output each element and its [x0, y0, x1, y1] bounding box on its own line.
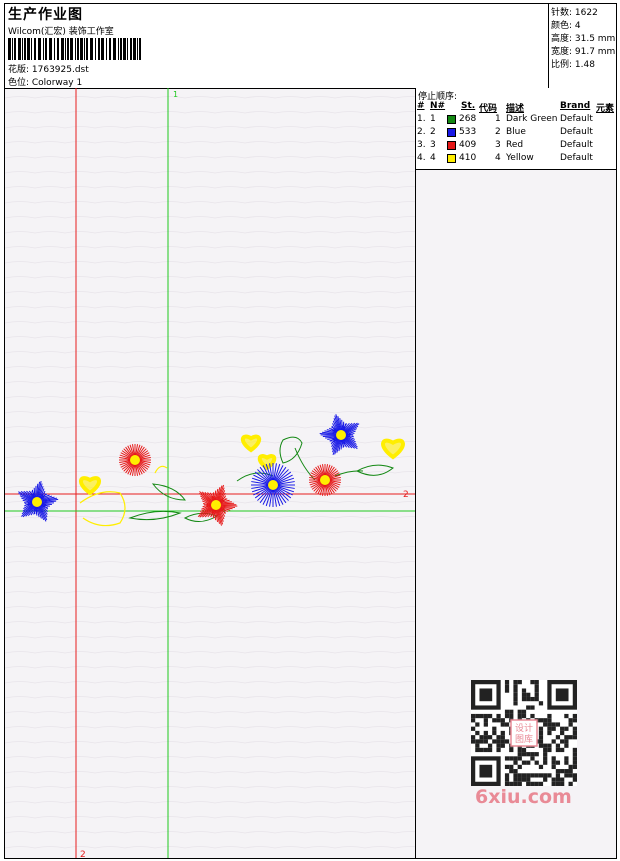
row-code: 1: [495, 114, 501, 124]
row-stitches: 410: [459, 153, 477, 163]
row-code: 2: [495, 127, 501, 137]
red-vertical-label: 2: [80, 850, 86, 858]
row-brand: Default: [560, 114, 593, 124]
watermark: 6xiu.com: [475, 786, 572, 808]
col-description: 描述: [506, 104, 525, 114]
row-needle: 3: [430, 140, 436, 150]
flower-motifs: [18, 414, 405, 526]
row-stitches: 409: [459, 140, 477, 150]
row-needle: 4: [430, 153, 436, 163]
row-description: Dark Green: [506, 114, 558, 124]
production-worksheet: 生产作业图 Wilcom(汇宏) 装饰工作室 花版: 1763925.dst 色…: [4, 3, 617, 859]
stat-colors: 颜色: 4: [551, 21, 581, 31]
row-stitches: 533: [459, 127, 477, 137]
page-title: 生产作业图: [8, 7, 83, 23]
stop-row: 1. 1 268 1 Dark Green Default: [416, 114, 616, 127]
col-brand: Brand: [560, 101, 591, 111]
yellow-outlines: [79, 465, 168, 527]
row-brand: Default: [560, 153, 593, 163]
color-swatch: [447, 128, 456, 137]
design-file: 花版: 1763925.dst: [8, 65, 89, 75]
embroidery-canvas: 1 2 2: [5, 88, 415, 858]
color-swatch: [447, 154, 456, 163]
qr-code-icon: 设计图库: [471, 680, 577, 786]
row-index: 1.: [417, 114, 426, 124]
color-swatch: [447, 115, 456, 124]
green-vertical-label: 1: [173, 90, 178, 99]
col-index: #: [417, 101, 425, 111]
stat-width: 宽度: 91.7 mm: [551, 47, 616, 57]
row-needle: 2: [430, 127, 436, 137]
svg-text:设计: 设计: [515, 722, 533, 734]
row-code: 4: [495, 153, 501, 163]
stop-sequence-panel: 停止顺序: # N# St. 代码 描述 Brand 元素 1. 1 268 1…: [415, 88, 616, 170]
color-swatch: [447, 141, 456, 150]
col-element: 元素: [596, 104, 615, 114]
row-description: Red: [506, 140, 524, 150]
row-description: Yellow: [506, 153, 534, 163]
col-needle: N#: [430, 101, 446, 111]
red-horizontal-label: 2: [403, 490, 409, 500]
studio-name: Wilcom(汇宏) 装饰工作室: [8, 27, 114, 37]
background-texture: [5, 96, 415, 849]
row-code: 3: [495, 140, 501, 150]
stat-scale: 比例: 1.48: [551, 60, 595, 70]
row-needle: 1: [430, 114, 436, 124]
stop-row: 4. 4 410 4 Yellow Default: [416, 153, 616, 166]
design-stats: 针数: 1622 颜色: 4 高度: 31.5 mm 宽度: 91.7 mm 比…: [548, 4, 616, 88]
row-index: 2.: [417, 127, 426, 137]
barcode-icon: [8, 38, 141, 60]
worksheet-header: 生产作业图 Wilcom(汇宏) 装饰工作室 花版: 1763925.dst 色…: [5, 4, 616, 89]
row-index: 4.: [417, 153, 426, 163]
embroidery-design: [18, 414, 405, 527]
row-description: Blue: [506, 127, 526, 137]
stop-row: 3. 3 409 3 Red Default: [416, 140, 616, 153]
row-stitches: 268: [459, 114, 477, 124]
col-stitches: St.: [461, 101, 476, 111]
colorway: 色位: Colorway 1: [8, 78, 83, 88]
stat-height: 高度: 31.5 mm: [551, 34, 616, 44]
row-index: 3.: [417, 140, 426, 150]
stat-stitches: 针数: 1622: [551, 8, 598, 18]
col-code: 代码: [479, 104, 498, 114]
row-brand: Default: [560, 127, 593, 137]
stop-row: 2. 2 533 2 Blue Default: [416, 127, 616, 140]
svg-text:图库: 图库: [515, 733, 533, 745]
row-brand: Default: [560, 140, 593, 150]
column-divider: [415, 169, 416, 858]
